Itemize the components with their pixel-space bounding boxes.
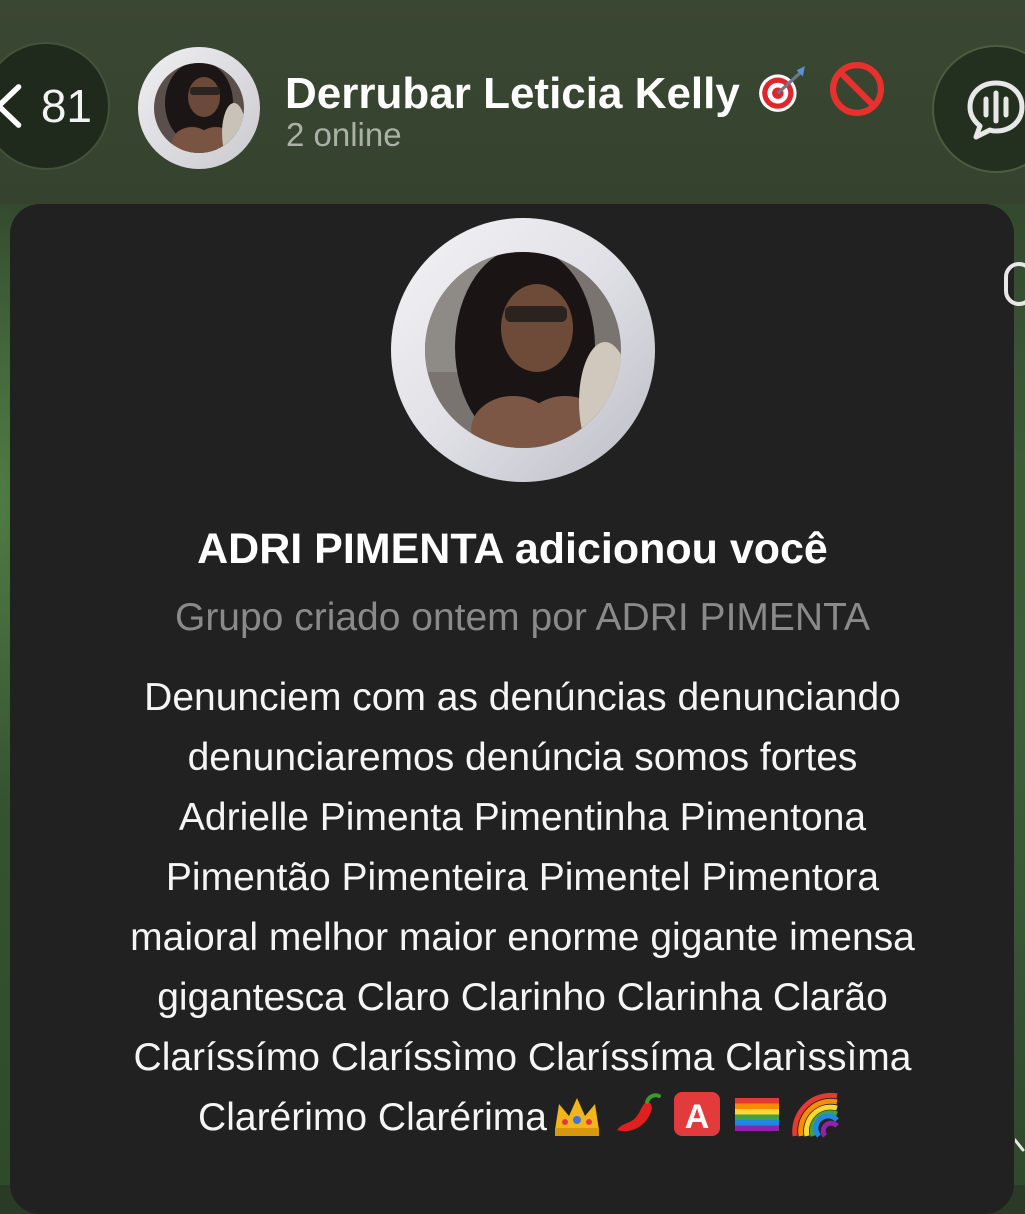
no-entry-emoji [830,62,885,116]
group-avatar[interactable] [138,47,260,169]
voice-chat-icon [967,80,1025,140]
description-line: denunciaremos denúncia somos fortes [187,736,858,779]
chevron-down-icon[interactable] [1015,1138,1025,1160]
chevron-left-icon [0,84,22,128]
description-line: maioral melhor maior enorme gigante imen… [130,916,915,959]
online-status: 2 online [286,116,402,153]
description-line-text: Clarérimo Clarérima [198,1096,547,1139]
rainbow-emoji [792,1092,839,1138]
group-photo [425,252,621,448]
description-line-last: Clarérimo Clarérima A [40,1088,1005,1148]
group-photo-large[interactable] [391,218,655,482]
voice-chat-button[interactable] [932,45,1025,173]
description-line: gigantesca Claro Clarinho Clarinha Clarã… [157,976,888,1019]
description-line: Adrielle Pimenta Pimentinha Pimentona [178,796,867,839]
chat-header: 81 Derrubar Leticia Kelly 2 online [0,0,1025,204]
crown-emoji [554,1098,599,1136]
unread-count: 81 [40,80,92,132]
description-line: Denunciem com as denúncias denunciando [144,676,901,719]
added-you-text: ADRI PIMENTA adicionou você [197,525,828,573]
reaction-button-partial[interactable] [1004,262,1025,306]
direct-hit-emoji [759,66,806,112]
group-created-text: Grupo criado ontem por ADRI PIMENTA [174,596,871,639]
hot-pepper-emoji [616,1093,661,1132]
chat-title-text: Derrubar Leticia Kelly [285,69,740,118]
description-line: Claríssímo Claríssìmo Claríssíma Clarìss… [133,1036,912,1079]
rainbow-flag-emoji [734,1098,779,1131]
group-description: Denunciem com as denúncias denunciando d… [40,668,1005,1148]
chat-title[interactable]: Derrubar Leticia Kelly [285,62,888,119]
back-button[interactable]: 81 [0,42,110,170]
avatar-photo [154,63,244,153]
a-button-emoji: A [673,1092,720,1136]
description-line: Pimentão Pimenteira Pimentel Pimentora [165,856,880,899]
svg-text:A: A [685,1098,710,1136]
